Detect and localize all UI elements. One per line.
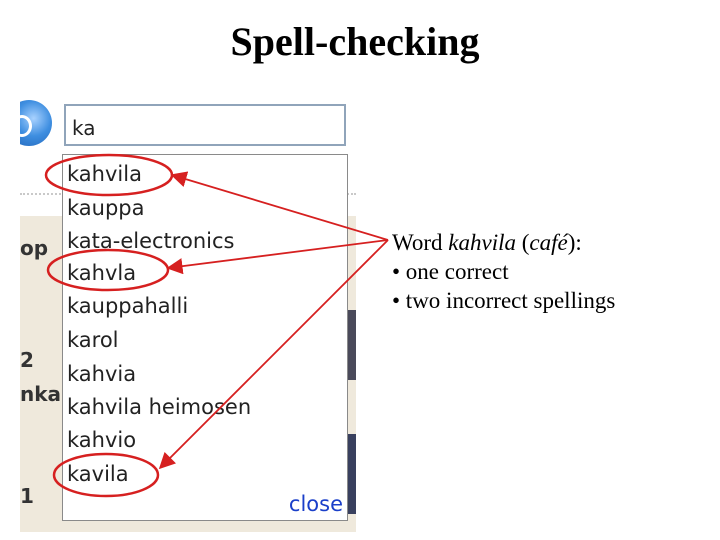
background-text: 1 <box>20 484 34 508</box>
annotation-line: Word kahvila (café): <box>392 228 615 257</box>
autocomplete-screenshot: op 2 nka 1 ka kahvila kauppa kata-electr… <box>20 98 356 532</box>
suggestion-item[interactable]: kahvla <box>67 260 136 286</box>
slide-title: Spell-checking <box>230 19 480 64</box>
suggestion-dropdown: kahvila kauppa kata-electronics kahvla k… <box>62 154 348 521</box>
annotation-text: Word kahvila (café): • one correct • two… <box>392 228 615 315</box>
suggestion-item[interactable]: kavila <box>67 461 129 487</box>
annotation-bullet: • one correct <box>392 259 509 284</box>
suggestion-item[interactable]: kahvila heimosen <box>67 394 251 420</box>
search-icon <box>20 115 32 137</box>
background-thumbnail <box>348 310 356 380</box>
annotation-mid: ( <box>515 230 530 255</box>
suggestion-item[interactable]: karol <box>67 327 119 353</box>
annotation-gloss: café <box>529 230 568 255</box>
suggestion-item[interactable]: kata-electronics <box>67 228 234 254</box>
suggestion-item[interactable]: kauppahalli <box>67 293 188 319</box>
suggestion-item[interactable]: kahvila <box>67 161 142 187</box>
close-link[interactable]: close <box>289 492 343 516</box>
search-orb-icon[interactable] <box>20 100 52 146</box>
suggestion-item[interactable]: kauppa <box>67 195 145 221</box>
annotation-prefix: Word <box>392 230 449 255</box>
annotation-suffix: ): <box>567 230 582 255</box>
suggestion-item[interactable]: kahvio <box>67 427 136 453</box>
annotation-word: kahvila <box>448 230 516 255</box>
background-thumbnail <box>348 434 356 514</box>
background-text: nka <box>20 382 62 406</box>
background-text: 2 <box>20 348 34 372</box>
search-input[interactable]: ka <box>64 104 346 146</box>
background-text: op <box>20 236 49 260</box>
suggestion-item[interactable]: kahvia <box>67 361 136 387</box>
annotation-bullet: • two incorrect spellings <box>392 288 616 313</box>
